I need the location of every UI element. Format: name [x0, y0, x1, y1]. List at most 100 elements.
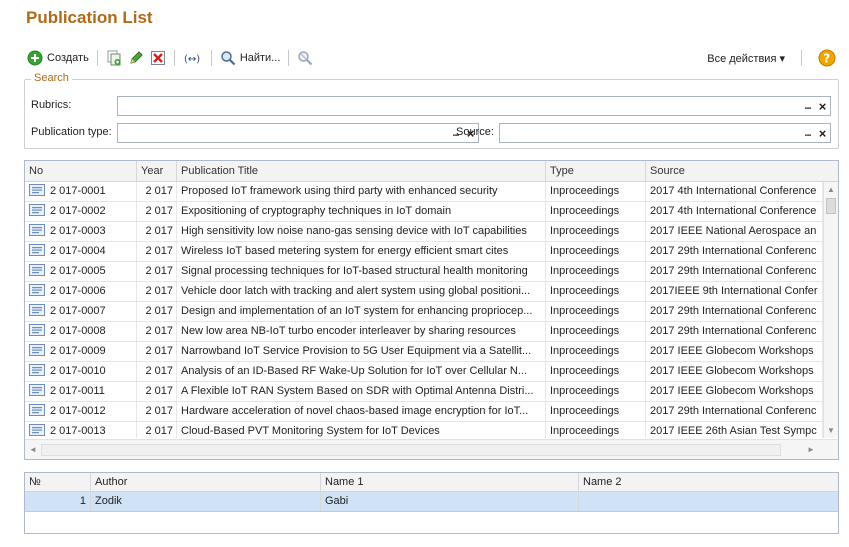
- table-row[interactable]: 2 017-0010 2 017 Analysis of an ID-Based R…: [25, 362, 823, 382]
- delete-button[interactable]: [147, 47, 169, 69]
- source-cell: 2017 IEEE National Aerospace an: [646, 222, 823, 241]
- search-group: Search Rubrics: ... × Publication type: …: [24, 72, 839, 149]
- year-cell: 2 017: [137, 202, 177, 221]
- link-icon: (↔): [183, 50, 203, 66]
- page-title: Publication List: [26, 8, 153, 27]
- horizontal-scrollbar[interactable]: ◄ ►: [25, 439, 838, 459]
- title-cell-text: A Flexible IoT RAN System Based on SDR w…: [181, 385, 534, 397]
- source-cell-text: 2017 29th International Conferenc: [650, 305, 817, 317]
- cancel-search-button[interactable]: [294, 47, 316, 69]
- find-button[interactable]: Найти...: [217, 47, 284, 69]
- table-row[interactable]: 2 017-0013 2 017 Cloud-Based PVT Monitorin…: [25, 422, 823, 438]
- create-button[interactable]: Создать: [24, 47, 92, 69]
- scroll-down-arrow[interactable]: ▼: [827, 426, 835, 435]
- rubrics-select-button[interactable]: ...: [800, 97, 815, 115]
- vertical-scroll-thumb[interactable]: [826, 198, 836, 214]
- column-header-source[interactable]: Source: [646, 161, 838, 182]
- year-cell: 2 017: [137, 222, 177, 241]
- column-header-author[interactable]: Author: [91, 473, 321, 492]
- source-cell: 2017 IEEE Globecom Workshops: [646, 342, 823, 361]
- column-header-type[interactable]: Type: [546, 161, 646, 182]
- toolbar-separator: [801, 50, 802, 66]
- table-row[interactable]: 2 017-0001 2 017 Proposed IoT framework us…: [25, 182, 823, 202]
- rubrics-label: Rubrics:: [31, 99, 72, 111]
- horizontal-scroll-thumb[interactable]: [41, 444, 781, 456]
- year-cell: 2 017: [137, 282, 177, 301]
- source-cell-text: 2017 29th International Conferenc: [650, 265, 817, 277]
- number-cell-text: 2 017-0007: [50, 305, 106, 317]
- source-cell: 2017 29th International Conferenc: [646, 402, 823, 421]
- source-clear-button[interactable]: ×: [815, 124, 830, 142]
- title-cell: Narrowband IoT Service Provision to 5G U…: [177, 342, 546, 361]
- source-cell: 2017 29th International Conferenc: [646, 242, 823, 261]
- type-cell: Inproceedings: [546, 322, 646, 341]
- all-actions-menu[interactable]: Все действия ▾: [704, 47, 788, 69]
- number-cell: 2 017-0012: [25, 402, 137, 421]
- table-row[interactable]: 2 017-0009 2 017 Narrowband IoT Service Pr…: [25, 342, 823, 362]
- delete-icon: [150, 50, 166, 66]
- year-cell: 2 017: [137, 322, 177, 341]
- authors-table[interactable]: № Author Name 1 Name 2 1 Zodik Gabi: [24, 472, 839, 534]
- year-cell-text: 2 017: [145, 285, 173, 297]
- title-cell: Proposed IoT framework using third party…: [177, 182, 546, 201]
- table-row[interactable]: 2 017-0005 2 017 Signal processing techniq…: [25, 262, 823, 282]
- table-row[interactable]: 2 017-0008 2 017 New low area NB-IoT turbo…: [25, 322, 823, 342]
- scroll-right-arrow[interactable]: ►: [807, 445, 815, 454]
- document-icon: [29, 364, 45, 376]
- type-cell: Inproceedings: [546, 302, 646, 321]
- table-row[interactable]: 2 017-0011 2 017 A Flexible IoT RAN System…: [25, 382, 823, 402]
- vertical-scrollbar[interactable]: ▲ ▼: [823, 182, 838, 438]
- rubrics-clear-button[interactable]: ×: [815, 97, 830, 115]
- source-cell-text: 2017 29th International Conferenc: [650, 325, 817, 337]
- help-icon: ?: [818, 49, 836, 67]
- document-icon: [29, 404, 45, 416]
- table-row[interactable]: 2 017-0012 2 017 Hardware acceleration of …: [25, 402, 823, 422]
- number-cell-text: 2 017-0002: [50, 205, 106, 217]
- table-row[interactable]: 2 017-0007 2 017 Design and implementation…: [25, 302, 823, 322]
- source-cell-text: 2017 4th International Conference: [650, 205, 817, 217]
- table-row[interactable]: 2 017-0003 2 017 High sensitivity low nois…: [25, 222, 823, 242]
- year-cell: 2 017: [137, 342, 177, 361]
- help-button[interactable]: ?: [815, 47, 839, 69]
- table-row[interactable]: 1 Zodik Gabi: [25, 492, 838, 512]
- number-cell-text: 2 017-0006: [50, 285, 106, 297]
- year-cell-text: 2 017: [145, 425, 173, 437]
- column-header-name2[interactable]: Name 2: [579, 473, 838, 492]
- title-cell: Analysis of an ID-Based RF Wake-Up Solut…: [177, 362, 546, 381]
- column-header-name1[interactable]: Name 1: [321, 473, 579, 492]
- publications-table-body: 2 017-0001 2 017 Proposed IoT framework us…: [25, 182, 823, 438]
- title-cell: Design and implementation of an IoT syst…: [177, 302, 546, 321]
- source-select-button[interactable]: ...: [800, 124, 815, 142]
- column-header-number[interactable]: №: [25, 473, 91, 492]
- scroll-up-arrow[interactable]: ▲: [827, 185, 835, 194]
- publications-table[interactable]: No Year Publication Title Type Source 2 …: [24, 160, 839, 460]
- publication-type-field[interactable]: ... ×: [117, 123, 479, 143]
- title-cell: Wireless IoT based metering system for e…: [177, 242, 546, 261]
- source-cell-text: 2017 IEEE 26th Asian Test Sympc: [650, 425, 817, 437]
- link-button[interactable]: (↔): [180, 47, 206, 69]
- table-row[interactable]: 2 017-0004 2 017 Wireless IoT based meteri…: [25, 242, 823, 262]
- type-cell-text: Inproceedings: [550, 205, 620, 217]
- toolbar-separator: [210, 50, 212, 66]
- year-cell-text: 2 017: [145, 225, 173, 237]
- scroll-left-arrow[interactable]: ◄: [29, 445, 37, 454]
- column-header-no[interactable]: No: [25, 161, 137, 182]
- type-cell: Inproceedings: [546, 362, 646, 381]
- publications-table-header: No Year Publication Title Type Source: [25, 161, 838, 182]
- type-cell-text: Inproceedings: [550, 365, 620, 377]
- number-cell: 2 017-0007: [25, 302, 137, 321]
- pencil-icon: [128, 50, 144, 66]
- number-cell-text: 2 017-0005: [50, 265, 106, 277]
- edit-button[interactable]: [125, 47, 147, 69]
- copy-button[interactable]: [103, 47, 125, 69]
- rubrics-field[interactable]: ... ×: [117, 96, 831, 116]
- title-cell-text: Expositioning of cryptography techniques…: [181, 205, 452, 217]
- document-icon: [29, 264, 45, 276]
- column-header-year[interactable]: Year: [137, 161, 177, 182]
- source-cell-text: 2017 IEEE Globecom Workshops: [650, 345, 814, 357]
- table-row[interactable]: 2 017-0002 2 017 Expositioning of cryptogr…: [25, 202, 823, 222]
- title-cell-text: Cloud-Based PVT Monitoring System for Io…: [181, 425, 440, 437]
- source-field[interactable]: ... ×: [499, 123, 831, 143]
- column-header-title[interactable]: Publication Title: [177, 161, 546, 182]
- table-row[interactable]: 2 017-0006 2 017 Vehicle door latch with t…: [25, 282, 823, 302]
